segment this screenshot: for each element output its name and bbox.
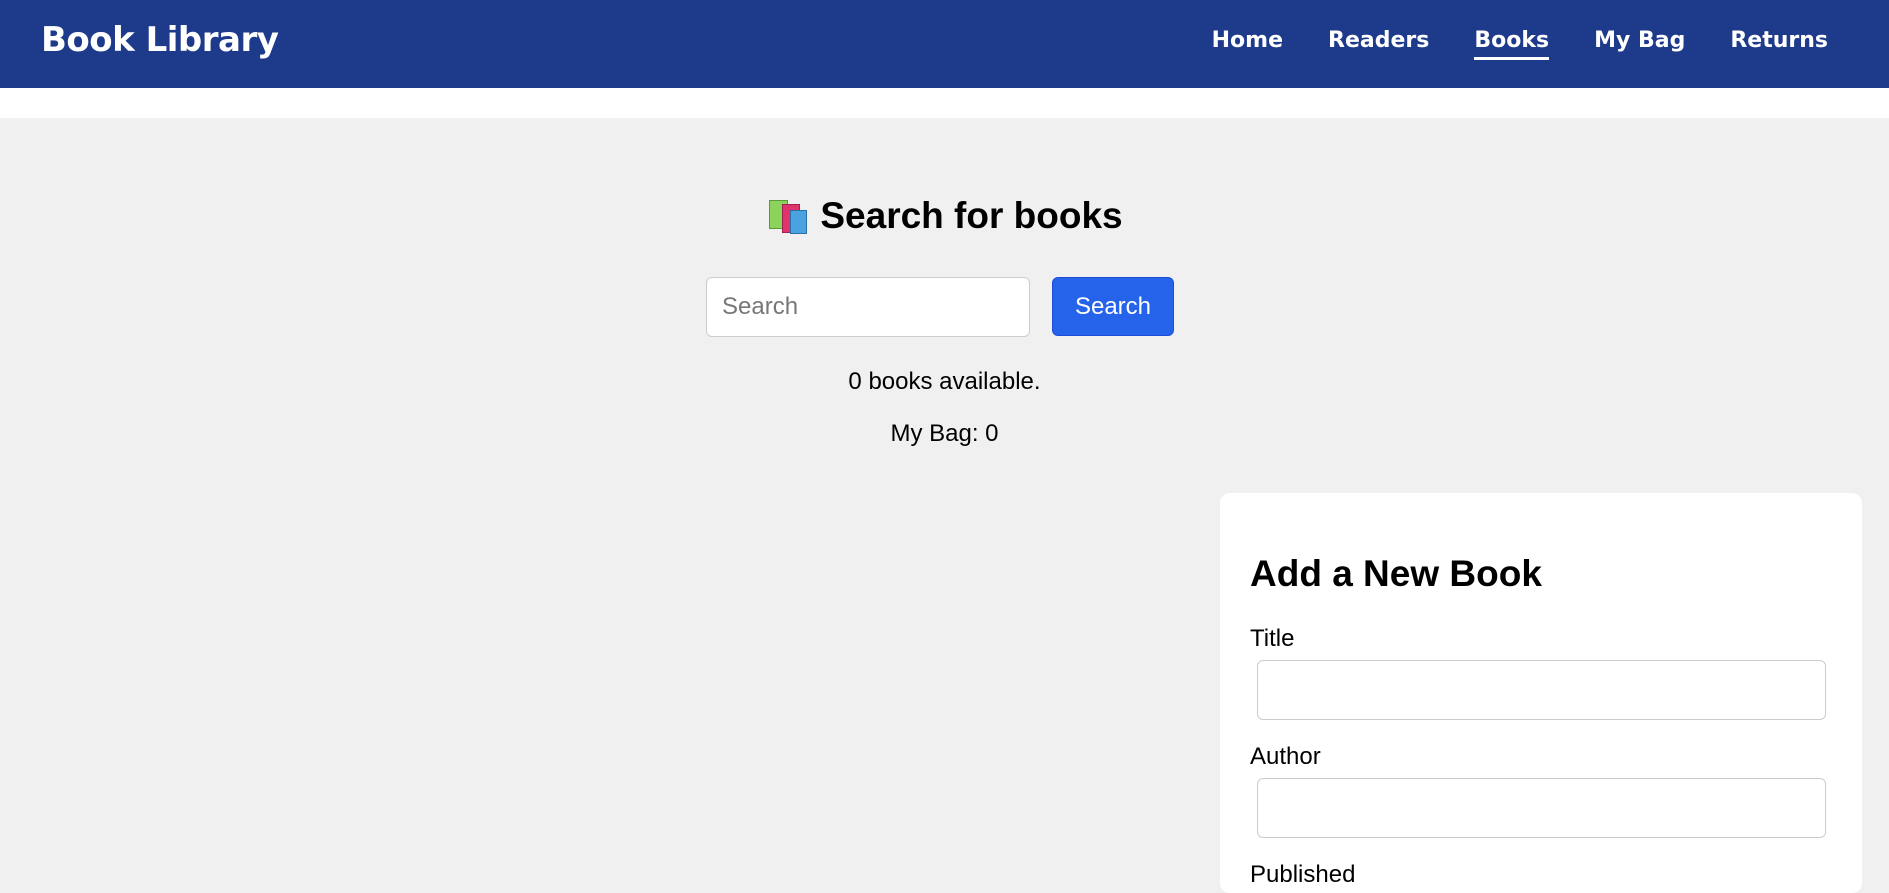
published-label: Published: [1250, 861, 1356, 888]
books-icon: [766, 196, 808, 234]
nav-link-readers[interactable]: Readers: [1328, 28, 1429, 60]
books-available-text: 0 books available.: [848, 368, 1041, 395]
top-navbar: Book Library Home Readers Books My Bag R…: [0, 0, 1889, 88]
nav-link-my-bag[interactable]: My Bag: [1594, 28, 1685, 60]
nav-link-returns[interactable]: Returns: [1730, 28, 1828, 60]
add-book-title: Add a New Book: [1250, 553, 1542, 594]
nav-link-books[interactable]: Books: [1474, 28, 1550, 60]
nav-links: Home Readers Books My Bag Returns: [1212, 0, 1828, 88]
search-button[interactable]: Search: [1052, 277, 1174, 336]
search-bar: Search: [706, 277, 1174, 337]
title-label: Title: [1250, 625, 1295, 652]
search-heading: Search for books: [0, 195, 1889, 237]
bag-status-text: My Bag: 0: [890, 420, 999, 447]
brand-title[interactable]: Book Library: [41, 20, 279, 60]
header-spacer: [0, 88, 1889, 118]
add-book-card: Add a New Book Title Author Published: [1220, 493, 1862, 893]
nav-link-home[interactable]: Home: [1212, 28, 1283, 60]
title-input[interactable]: [1257, 660, 1826, 720]
search-input[interactable]: [706, 277, 1030, 337]
author-input[interactable]: [1257, 778, 1826, 838]
author-label: Author: [1250, 743, 1321, 770]
search-heading-text: Search for books: [820, 195, 1123, 236]
